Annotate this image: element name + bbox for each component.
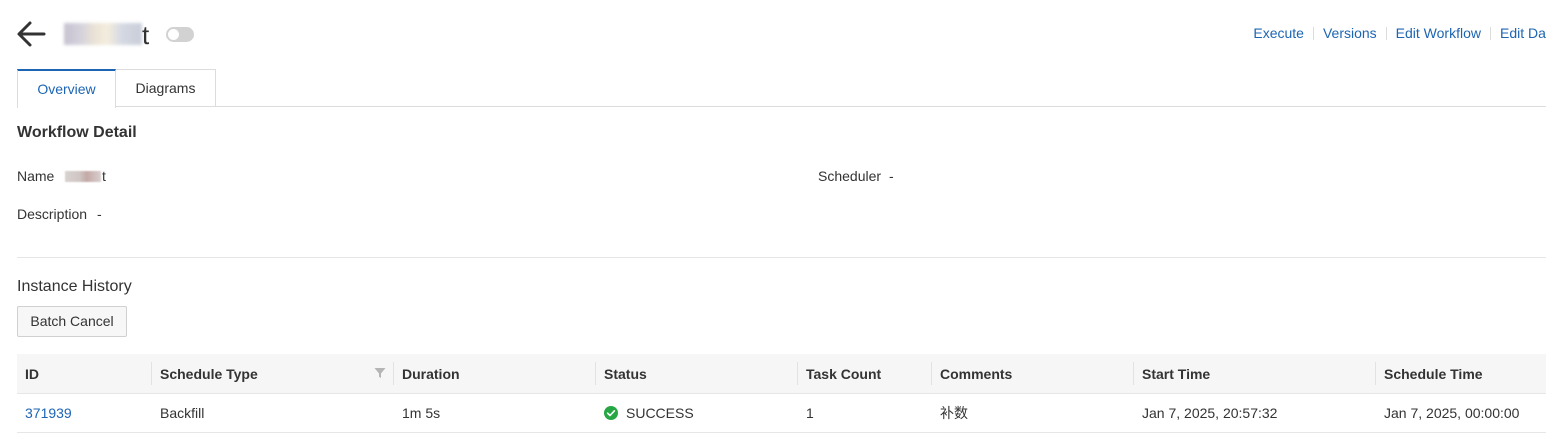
tab-overview[interactable]: Overview [17,69,116,108]
tabs-baseline [17,106,1546,107]
col-header-schedule-time: Schedule Time [1384,365,1483,382]
col-header-status: Status [604,365,647,382]
versions-link[interactable]: Versions [1314,24,1386,42]
workflow-toggle[interactable] [166,27,194,42]
execute-link[interactable]: Execute [1244,24,1313,42]
col-header-comments: Comments [940,365,1013,382]
scheduler-value: - [889,168,894,184]
col-header-task-count: Task Count [806,365,882,382]
col-header-duration: Duration [402,365,460,382]
description-label: Description [17,206,88,222]
table-header: ID Schedule Type Duration Status Task Co… [17,354,1546,394]
column-separator [931,362,932,385]
page-title-text: t [142,20,150,50]
name-value: t [102,168,106,184]
edit-da-link[interactable]: Edit Da [1491,24,1546,42]
status-cell: SUCCESS [604,394,694,432]
instance-id-link[interactable]: 371939 [25,394,72,432]
schedule-type-cell: Backfill [160,405,205,421]
redacted-name-image [65,171,101,182]
header-actions: Execute Versions Edit Workflow Edit Da [1244,24,1546,42]
success-check-icon [604,406,618,420]
task-count-cell: 1 [806,405,814,421]
page-title: t [64,18,149,52]
toggle-knob [168,29,179,40]
status-text: SUCCESS [626,405,694,421]
filter-icon[interactable] [374,367,386,379]
col-header-schedule-type: Schedule Type [160,365,258,382]
page-header: t Execute Versions Edit Workflow Edit Da [0,0,1546,68]
scheduler-label: Scheduler [818,168,882,184]
instance-history-table: ID Schedule Type Duration Status Task Co… [17,354,1546,433]
tab-diagrams[interactable]: Diagrams [116,69,216,106]
edit-workflow-link[interactable]: Edit Workflow [1387,24,1490,42]
description-value: - [97,206,102,222]
batch-cancel-button[interactable]: Batch Cancel [17,306,127,337]
duration-cell: 1m 5s [402,405,441,421]
table-row: 371939 Backfill 1m 5s SUCCESS 1 补数 Jan 7… [17,394,1546,433]
column-separator [1133,362,1134,385]
col-header-start-time: Start Time [1142,365,1211,382]
column-separator [151,362,152,385]
schedule-time-cell: Jan 7, 2025, 00:00:00 [1384,405,1520,421]
tab-bar: Overview Diagrams [17,69,216,108]
name-label: Name [17,168,55,184]
active-tab-underline-cover [18,106,115,107]
column-separator [1375,362,1376,385]
column-separator [595,362,596,385]
instance-history-title: Instance History [17,278,132,295]
back-arrow-icon[interactable] [16,20,46,48]
comments-cell: 补数 [940,405,968,421]
col-header-id: ID [25,365,39,382]
column-separator [797,362,798,385]
workflow-detail-title: Workflow Detail [17,124,137,141]
start-time-cell: Jan 7, 2025, 20:57:32 [1142,405,1278,421]
column-separator [393,362,394,385]
section-divider [17,257,1546,258]
